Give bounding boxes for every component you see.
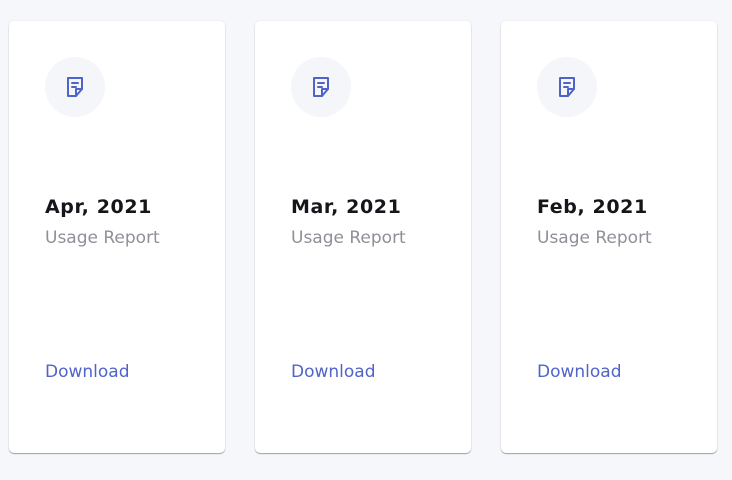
report-month-title: Apr, 2021 xyxy=(45,196,152,218)
report-card: Feb, 2021 Usage Report Download xyxy=(501,21,717,453)
report-card: Apr, 2021 Usage Report Download xyxy=(9,21,225,453)
report-month-title: Feb, 2021 xyxy=(537,196,648,218)
download-link[interactable]: Download xyxy=(291,362,376,382)
report-card: Mar, 2021 Usage Report Download xyxy=(255,21,471,453)
report-subtitle: Usage Report xyxy=(45,228,160,248)
report-card-list: Apr, 2021 Usage Report Download Mar, 202… xyxy=(0,0,732,480)
report-month-title: Mar, 2021 xyxy=(291,196,402,218)
document-icon xyxy=(537,57,597,117)
download-link[interactable]: Download xyxy=(45,362,130,382)
document-icon xyxy=(291,57,351,117)
document-icon xyxy=(45,57,105,117)
report-subtitle: Usage Report xyxy=(537,228,652,248)
download-link[interactable]: Download xyxy=(537,362,622,382)
report-subtitle: Usage Report xyxy=(291,228,406,248)
